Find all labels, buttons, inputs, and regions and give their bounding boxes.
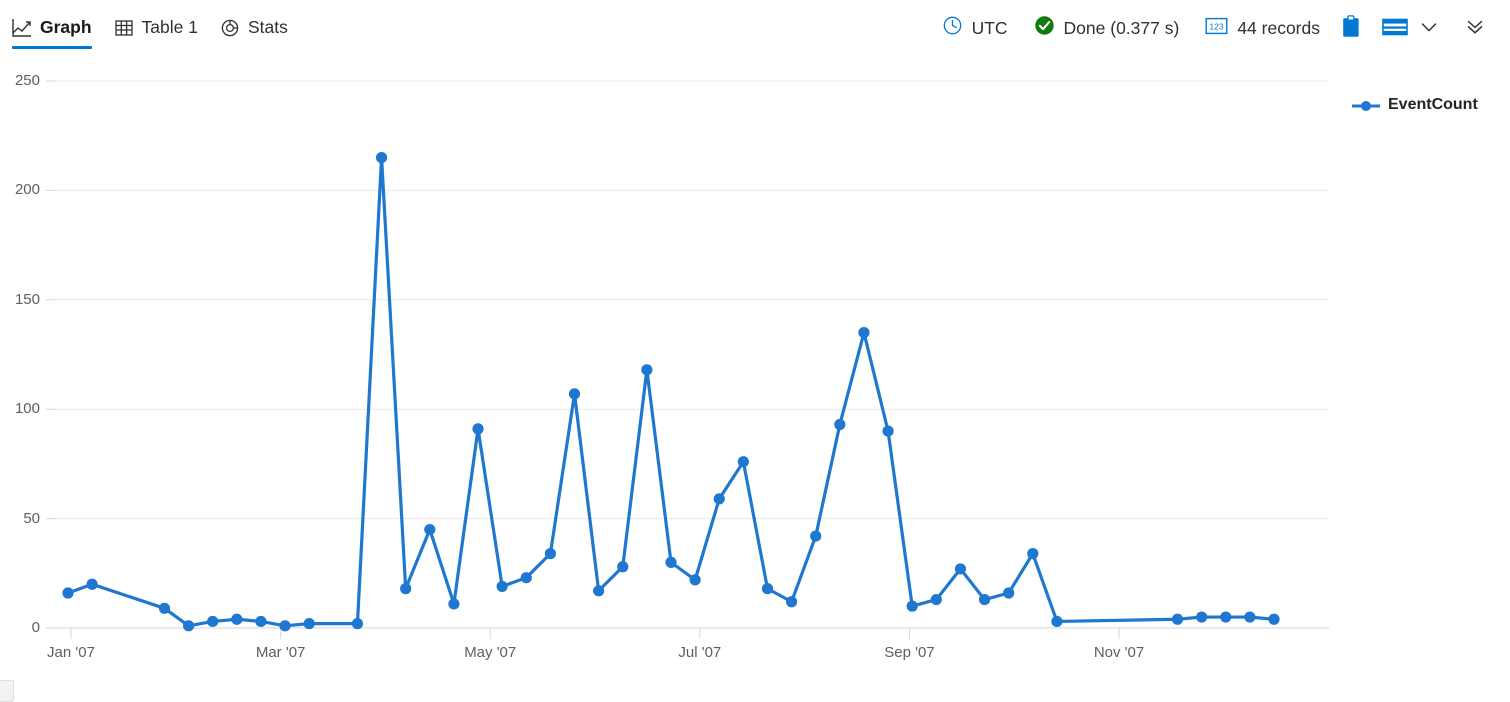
line-chart-plot[interactable] xyxy=(0,56,1510,676)
data-point[interactable] xyxy=(545,548,556,559)
data-point[interactable] xyxy=(255,616,266,627)
data-point[interactable] xyxy=(497,581,508,592)
data-point[interactable] xyxy=(304,618,315,629)
data-point[interactable] xyxy=(810,531,821,542)
layout-button[interactable] xyxy=(1378,11,1412,45)
data-point[interactable] xyxy=(1268,614,1279,625)
chart-legend[interactable]: EventCount xyxy=(1352,96,1478,114)
timezone-label: UTC xyxy=(972,18,1008,39)
data-point[interactable] xyxy=(1244,611,1255,622)
data-point[interactable] xyxy=(762,583,773,594)
data-point[interactable] xyxy=(1172,614,1183,625)
table-grid-icon xyxy=(114,18,134,38)
chart-x-tickmarks xyxy=(71,628,1119,639)
data-point[interactable] xyxy=(1220,611,1231,622)
view-tabs: Graph Table 1 xyxy=(0,0,306,56)
clock-icon xyxy=(942,15,963,41)
data-point[interactable] xyxy=(641,364,652,375)
data-point[interactable] xyxy=(207,616,218,627)
tab-table-1-label: Table 1 xyxy=(142,19,198,37)
data-point[interactable] xyxy=(690,574,701,585)
data-point[interactable] xyxy=(786,596,797,607)
data-point[interactable] xyxy=(1196,611,1207,622)
chart-gridlines xyxy=(46,81,1329,628)
data-point[interactable] xyxy=(400,583,411,594)
horizontal-scroll-nub[interactable] xyxy=(0,680,14,702)
data-point[interactable] xyxy=(907,601,918,612)
data-point[interactable] xyxy=(931,594,942,605)
record-count: 123 44 records xyxy=(1205,16,1320,41)
tab-table-1[interactable]: Table 1 xyxy=(110,0,216,56)
data-point[interactable] xyxy=(279,620,290,631)
data-point[interactable] xyxy=(979,594,990,605)
record-count-label: 44 records xyxy=(1237,18,1320,39)
data-point[interactable] xyxy=(159,603,170,614)
collapse-all-button[interactable] xyxy=(1458,11,1492,45)
data-point[interactable] xyxy=(1051,616,1062,627)
copy-to-clipboard-button[interactable] xyxy=(1334,11,1368,45)
svg-text:123: 123 xyxy=(1210,21,1225,31)
data-point[interactable] xyxy=(834,419,845,430)
chart-panel: 050100150200250 Jan '07Mar '07May '07Jul… xyxy=(0,56,1510,676)
query-status: Done (0.377 s) xyxy=(1034,15,1180,41)
chart-series-eventcount[interactable] xyxy=(62,152,1279,631)
timezone-indicator[interactable]: UTC xyxy=(942,15,1008,41)
data-point[interactable] xyxy=(955,563,966,574)
results-toolbar: Graph Table 1 xyxy=(0,0,1510,56)
data-point[interactable] xyxy=(665,557,676,568)
chevron-down-icon xyxy=(1418,16,1440,41)
tab-stats-label: Stats xyxy=(248,19,288,37)
data-point[interactable] xyxy=(617,561,628,572)
legend-label-eventcount: EventCount xyxy=(1388,96,1478,114)
query-status-label: Done (0.377 s) xyxy=(1064,18,1180,39)
donut-chart-icon xyxy=(220,18,240,38)
tab-graph-label: Graph xyxy=(40,19,92,37)
tab-stats[interactable]: Stats xyxy=(216,0,306,56)
data-point[interactable] xyxy=(448,598,459,609)
data-point[interactable] xyxy=(472,423,483,434)
data-point[interactable] xyxy=(882,425,893,436)
data-point[interactable] xyxy=(569,388,580,399)
data-point[interactable] xyxy=(376,152,387,163)
data-point[interactable] xyxy=(424,524,435,535)
toolbar-right-group: UTC Done (0.377 s) 123 44 records xyxy=(942,0,1510,56)
data-point[interactable] xyxy=(352,618,363,629)
data-point[interactable] xyxy=(231,614,242,625)
clipboard-icon xyxy=(1340,15,1362,42)
data-point[interactable] xyxy=(87,579,98,590)
data-point[interactable] xyxy=(62,587,73,598)
double-chevron-down-icon xyxy=(1464,16,1486,41)
data-point[interactable] xyxy=(738,456,749,467)
number-123-icon: 123 xyxy=(1205,16,1228,41)
data-point[interactable] xyxy=(714,493,725,504)
tab-graph[interactable]: Graph xyxy=(8,0,110,56)
success-check-icon xyxy=(1034,15,1055,41)
data-point[interactable] xyxy=(1027,548,1038,559)
legend-marker-eventcount xyxy=(1352,99,1380,111)
data-point[interactable] xyxy=(521,572,532,583)
data-point[interactable] xyxy=(593,585,604,596)
data-point[interactable] xyxy=(183,620,194,631)
line-chart-icon xyxy=(12,18,32,38)
table-layout-icon xyxy=(1382,17,1408,40)
data-point[interactable] xyxy=(858,327,869,338)
series-line xyxy=(68,158,1274,626)
expand-chevron-button[interactable] xyxy=(1412,11,1446,45)
data-point[interactable] xyxy=(1003,587,1014,598)
